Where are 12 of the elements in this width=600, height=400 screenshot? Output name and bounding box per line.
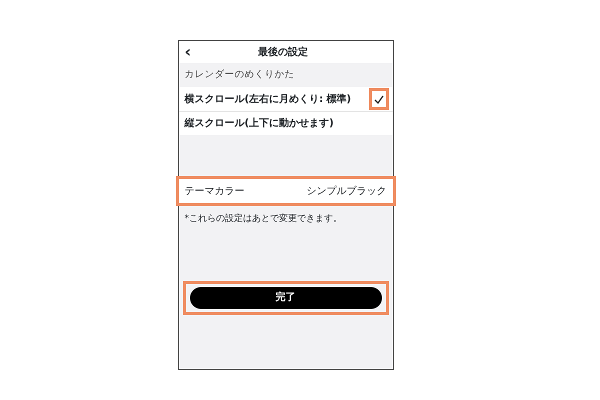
done-button[interactable]: 完了	[190, 286, 382, 309]
option-label: 縦スクロール(上下に動かせます)	[184, 116, 334, 132]
option-label: 横スクロール(左右に月めくり: 標準)	[184, 92, 352, 107]
option-row[interactable]: 縦スクロール(上下に動かせます)	[178, 111, 392, 136]
theme-value: シンプルブラック	[306, 184, 386, 199]
screen-title: 最後の設定	[256, 45, 309, 60]
back-icon[interactable]: ‹	[184, 44, 192, 60]
option-row[interactable]: 横スクロール(左右に月めくり: 標準)	[178, 87, 392, 112]
theme-label: テーマカラー	[184, 184, 244, 199]
note-text: *これらの設定はあとで変更できます。	[184, 212, 343, 226]
theme-row[interactable]: テーマカラー シンプルブラック	[178, 179, 392, 204]
section-label: カレンダーのめくりかた	[184, 68, 296, 82]
